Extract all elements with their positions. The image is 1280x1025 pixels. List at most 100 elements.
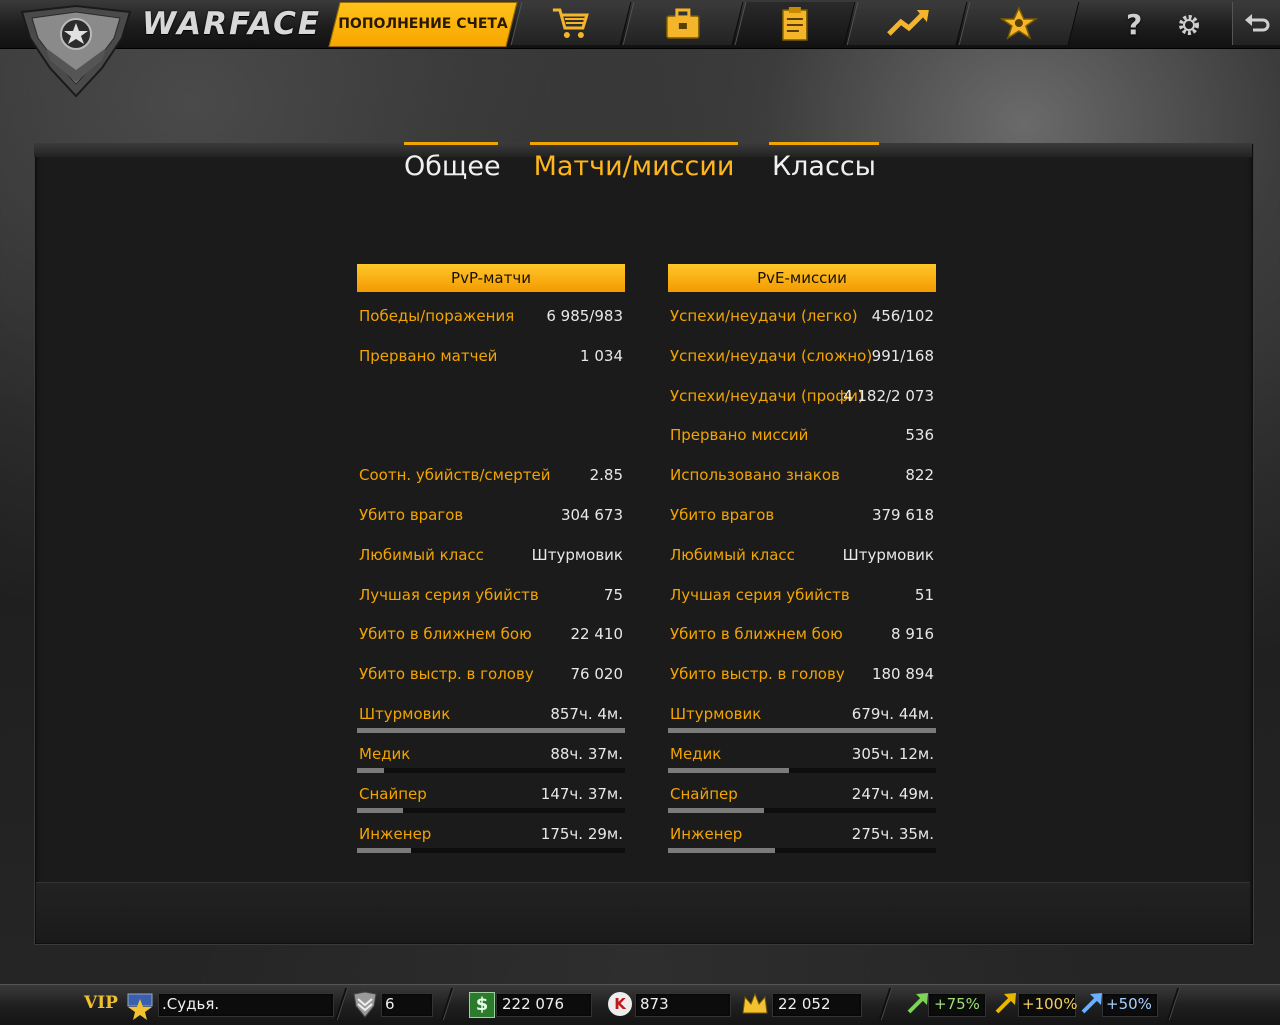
pvp-header: PvP-матчи xyxy=(357,264,625,292)
stat-row: Успехи/неудачи (профи) 4 182/2 073 xyxy=(668,384,936,408)
stat-label: Убито врагов xyxy=(359,506,464,524)
vp-boost-arrow-icon xyxy=(1081,993,1102,1014)
player-name[interactable]: .Судья. xyxy=(162,994,219,1014)
nav-rating-tab[interactable] xyxy=(846,2,968,45)
class-time-bar xyxy=(668,768,936,773)
class-time-bar-fill xyxy=(668,728,936,733)
class-time-bar-fill xyxy=(357,808,403,813)
stat-row: Прервано миссий 536 xyxy=(668,423,936,447)
class-time-value: 88ч. 37м. xyxy=(550,745,623,763)
stat-value: 6 985/983 xyxy=(546,307,623,325)
class-time-value: 679ч. 44м. xyxy=(851,705,934,723)
class-time-value: 175ч. 29м. xyxy=(540,825,623,843)
class-label: Инженер xyxy=(670,825,743,843)
stat-label: Убито врагов xyxy=(670,506,775,524)
stats-panel xyxy=(34,143,1254,945)
class-time-row: Инженер 175ч. 29м. xyxy=(357,822,625,853)
stat-value: 76 020 xyxy=(570,665,624,683)
exit-arrow-icon xyxy=(1245,14,1270,32)
stat-row: Убито в ближнем бою 8 916 xyxy=(668,622,936,646)
stat-value: 536 xyxy=(905,426,934,444)
class-label: Медик xyxy=(359,745,411,763)
stat-value: Штурмовик xyxy=(531,546,623,564)
stat-label: Прервано миссий xyxy=(670,426,809,444)
stat-label: Убито в ближнем бою xyxy=(670,625,843,643)
warface-emblem-icon[interactable] xyxy=(18,4,134,100)
crown-icon xyxy=(742,992,768,1014)
class-time-bar xyxy=(668,848,936,853)
exit-button[interactable] xyxy=(1232,2,1280,45)
stat-row: Прервано матчей 1 034 xyxy=(357,344,625,368)
class-time-row: Снайпер 147ч. 37м. xyxy=(357,782,625,813)
tab-classes[interactable]: Классы xyxy=(769,142,879,185)
class-time-bar-fill xyxy=(668,848,776,853)
stat-row: Убито выстр. в голову 76 020 xyxy=(357,662,625,686)
stat-value: 4 182/2 073 xyxy=(843,387,934,405)
money-boost-value[interactable]: +100% xyxy=(1022,994,1077,1014)
vp-boost-value[interactable]: +50% xyxy=(1106,994,1152,1014)
nav-shop-tab[interactable] xyxy=(510,2,632,45)
stat-value: 75 xyxy=(603,586,623,604)
stat-row: Использовано знаков 822 xyxy=(668,463,936,487)
stat-row: Соотн. убийств/смертей 2.85 xyxy=(357,463,625,487)
class-label: Снайпер xyxy=(670,785,738,803)
stat-label: Соотн. убийств/смертей xyxy=(359,466,551,484)
stat-value: 2.85 xyxy=(589,466,623,484)
stat-label: Убито выстр. в голову xyxy=(359,665,534,683)
stat-label: Прервано матчей xyxy=(359,347,498,365)
stat-row: Убито врагов 379 618 xyxy=(668,503,936,527)
help-icon[interactable]: ? xyxy=(1126,8,1142,41)
stat-label: Победы/поражения xyxy=(359,307,515,325)
stat-row: Убито выстр. в голову 180 894 xyxy=(668,662,936,686)
class-time-row: Медик 305ч. 12м. xyxy=(668,742,936,773)
pve-stats-column: PvE-миссии Успехи/неудачи (легко) 456/102… xyxy=(668,264,936,853)
class-time-value: 247ч. 49м. xyxy=(851,785,934,803)
tab-general[interactable]: Общее xyxy=(404,142,501,185)
rating-icon xyxy=(887,10,929,36)
class-time-bar xyxy=(668,728,936,733)
class-time-row: Инженер 275ч. 35м. xyxy=(668,822,936,853)
class-time-bar-fill xyxy=(668,808,765,813)
class-time-row: Штурмовик 857ч. 4м. xyxy=(357,702,625,733)
inventory-icon xyxy=(666,8,700,39)
class-time-bar-fill xyxy=(357,768,384,773)
money-boost-arrow-icon xyxy=(995,993,1016,1014)
xp-boost-value[interactable]: +75% xyxy=(934,994,980,1014)
nav-stats-tab[interactable] xyxy=(734,2,856,45)
topup-button[interactable]: ПОПОЛНЕНИЕ СЧЕТА xyxy=(328,2,518,47)
stat-label: Убито выстр. в голову xyxy=(670,665,845,683)
class-label: Снайпер xyxy=(359,785,427,803)
stat-label: Любимый класс xyxy=(670,546,795,564)
stat-value: 8 916 xyxy=(891,625,934,643)
stats-icon xyxy=(782,7,808,41)
tab-matches-missions[interactable]: Матчи/миссии xyxy=(530,142,738,185)
xp-boost-arrow-icon xyxy=(907,993,928,1014)
stat-label: Использовано знаков xyxy=(670,466,840,484)
class-label: Штурмовик xyxy=(359,705,451,723)
rank-shield-icon xyxy=(353,991,377,1018)
topup-label: ПОПОЛНЕНИЕ СЧЕТА xyxy=(338,16,508,32)
crowns-value: 22 052 xyxy=(778,995,831,1013)
nav-inventory-tab[interactable] xyxy=(622,2,744,45)
class-time-row: Медик 88ч. 37м. xyxy=(357,742,625,773)
class-time-bar xyxy=(357,848,625,853)
stat-row: Успехи/неудачи (легко) 456/102 xyxy=(668,304,936,328)
stat-row: Лучшая серия убийств 51 xyxy=(668,583,936,607)
settings-gear-icon[interactable] xyxy=(1176,12,1202,38)
stat-label: Успехи/неудачи (сложно) xyxy=(670,347,873,365)
class-time-bar xyxy=(357,728,625,733)
stat-row: Убито в ближнем бою 22 410 xyxy=(357,622,625,646)
stat-value: 456/102 xyxy=(871,307,934,325)
stat-value: 180 894 xyxy=(871,665,934,683)
vip-badge[interactable]: VIP xyxy=(84,993,118,1013)
stat-value: 304 673 xyxy=(560,506,623,524)
class-time-bar xyxy=(668,808,936,813)
stat-label: Успехи/неудачи (легко) xyxy=(670,307,858,325)
class-label: Медик xyxy=(670,745,722,763)
nav-achievements-tab[interactable] xyxy=(958,2,1080,45)
kredits-value: 873 xyxy=(640,995,669,1013)
logo-text: WARFACE xyxy=(142,6,322,42)
stat-label: Лучшая серия убийств xyxy=(670,586,850,604)
class-time-value: 147ч. 37м. xyxy=(540,785,623,803)
class-time-bar xyxy=(357,768,625,773)
